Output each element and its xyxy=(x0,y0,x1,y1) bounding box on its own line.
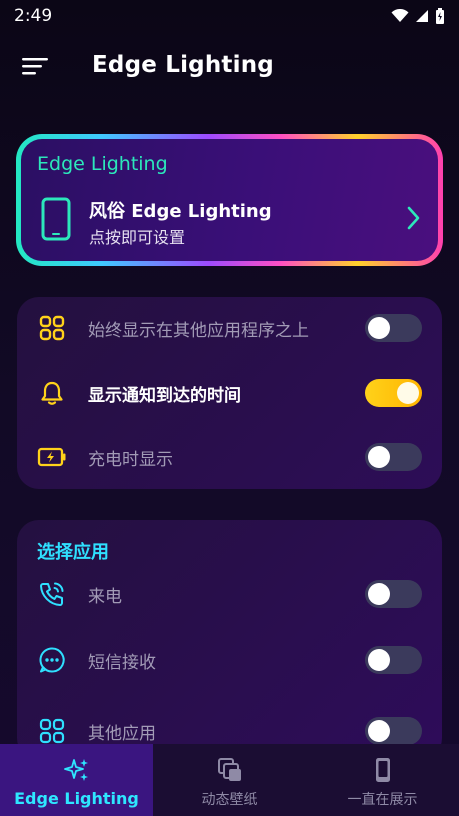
toggle-knob xyxy=(368,446,390,468)
toggle-knob xyxy=(397,382,419,404)
sms-toggle[interactable] xyxy=(365,646,422,674)
select-apps-card: 选择应用 来电 短信接收 其他应用 xyxy=(17,520,442,760)
phone-call-icon xyxy=(37,579,67,609)
toggle-knob xyxy=(368,720,390,742)
incoming-call-toggle[interactable] xyxy=(365,580,422,608)
setting-row-notification-time[interactable]: 显示通知到达的时间 xyxy=(17,365,442,421)
status-bar: 2:49 xyxy=(0,0,459,32)
bottom-nav: Edge Lighting 动态壁纸 一直在展示 xyxy=(0,744,459,816)
wallpaper-icon xyxy=(215,755,245,785)
show-while-charging-toggle[interactable] xyxy=(365,443,422,471)
hero-subtitle: 点按即可设置 xyxy=(89,228,186,247)
setting-label: 显示通知到达的时间 xyxy=(88,385,241,406)
battery-icon xyxy=(436,8,444,24)
app-label: 短信接收 xyxy=(88,652,156,673)
battery-charging-icon xyxy=(37,442,67,472)
notification-time-toggle[interactable] xyxy=(365,379,422,407)
app-row-sms[interactable]: 短信接收 xyxy=(17,632,442,688)
hero-label: Edge Lighting xyxy=(37,153,168,175)
signal-icon xyxy=(416,10,428,22)
screen: 2:49 Edge Lighting Edge Lighting 风俗 Edge… xyxy=(0,0,459,816)
setting-row-show-while-charging[interactable]: 充电时显示 xyxy=(17,429,442,485)
toggle-knob xyxy=(368,649,390,671)
grid-icon xyxy=(37,716,67,746)
app-bar: Edge Lighting xyxy=(0,40,459,96)
message-icon xyxy=(37,645,67,675)
sparkle-icon xyxy=(62,755,92,785)
phone-icon xyxy=(368,755,398,785)
wifi-icon xyxy=(391,9,409,22)
setting-label: 始终显示在其他应用程序之上 xyxy=(88,320,309,341)
app-title: Edge Lighting xyxy=(92,52,274,78)
hero-title: 风俗 Edge Lighting xyxy=(89,201,272,222)
setting-row-always-on-top[interactable]: 始终显示在其他应用程序之上 xyxy=(17,300,442,356)
nav-label: 动态壁纸 xyxy=(201,792,258,808)
app-label: 其他应用 xyxy=(88,723,156,744)
settings-card: 始终显示在其他应用程序之上 显示通知到达的时间 充电时显示 xyxy=(17,297,442,489)
chevron-right-icon xyxy=(407,206,420,230)
nav-item-edge-lighting[interactable]: Edge Lighting xyxy=(0,744,153,816)
edge-lighting-card[interactable]: Edge Lighting 风俗 Edge Lighting 点按即可设置 xyxy=(16,134,443,266)
nav-item-always-on-display[interactable]: 一直在展示 xyxy=(306,744,459,816)
app-row-incoming-call[interactable]: 来电 xyxy=(17,566,442,622)
toggle-knob xyxy=(368,317,390,339)
grid-icon xyxy=(37,313,67,343)
other-apps-toggle[interactable] xyxy=(365,717,422,745)
setting-label: 充电时显示 xyxy=(88,449,173,470)
nav-label: Edge Lighting xyxy=(14,789,139,808)
nav-item-live-wallpaper[interactable]: 动态壁纸 xyxy=(153,744,306,816)
always-on-top-toggle[interactable] xyxy=(365,314,422,342)
phone-icon xyxy=(41,197,71,241)
bell-icon xyxy=(37,378,67,408)
edge-lighting-card-inner: Edge Lighting 风俗 Edge Lighting 点按即可设置 xyxy=(21,139,438,261)
menu-button[interactable] xyxy=(20,56,50,76)
status-icons xyxy=(391,8,445,24)
section-title: 选择应用 xyxy=(37,542,109,563)
toggle-knob xyxy=(368,583,390,605)
status-time: 2:49 xyxy=(14,6,53,26)
app-label: 来电 xyxy=(88,586,122,607)
menu-icon xyxy=(22,58,48,75)
nav-label: 一直在展示 xyxy=(347,792,418,808)
